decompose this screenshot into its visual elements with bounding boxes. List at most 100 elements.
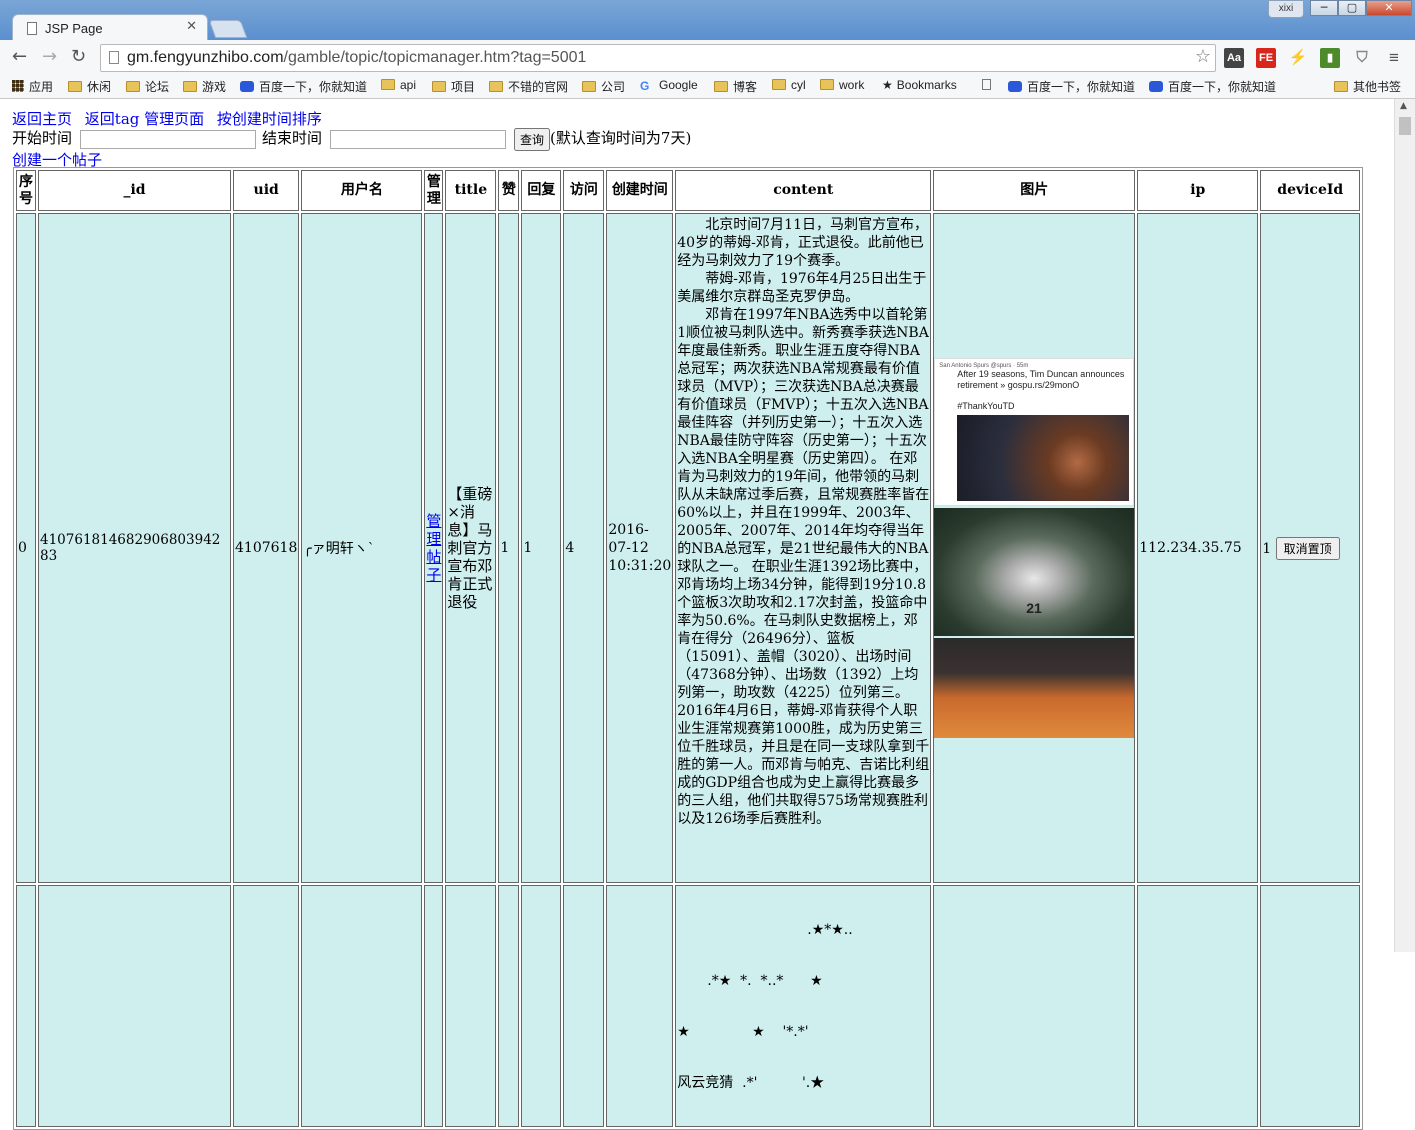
- folder-icon: [183, 81, 197, 92]
- apps-icon: [12, 80, 24, 92]
- header-images: 图片: [933, 170, 1136, 211]
- content-line: .★*★..: [807, 922, 853, 938]
- bookmarks-bar: 应用 休闲 论坛 游戏 百度一下，你就知道 api 项目 不错的官网 公司 GG…: [0, 74, 1415, 99]
- content-paragraph: 邓肯在1997年NBA选秀中以首轮第1顺位被马刺队选中。新秀赛季获选NBA年度最…: [677, 307, 930, 827]
- header-device-id: deviceId: [1260, 170, 1361, 211]
- minimize-icon[interactable]: ─: [1310, 0, 1338, 16]
- star-icon: ★: [882, 78, 893, 92]
- scroll-thumb[interactable]: [1399, 117, 1411, 135]
- close-icon[interactable]: ✕: [186, 19, 197, 34]
- page-icon: [27, 22, 37, 35]
- bookmark-folder[interactable]: 不错的官网: [489, 78, 568, 95]
- start-time-label: 开始时间: [12, 129, 73, 147]
- cell-likes: [498, 885, 520, 1127]
- tweet-text: After 19 seasons, Tim Duncan announces r…: [957, 369, 1125, 390]
- topic-table: 序号 _id uid 用户名 管理 title 赞 回复 访问 创建时间 con…: [13, 167, 1364, 1130]
- cell-content: .★*★.. .*★ *. *..* ★ ★ ★ '*.*' 风云竞猜 .*' …: [675, 885, 932, 1127]
- cell-username: ╭ァ明轩ヽ`: [301, 213, 423, 883]
- bookmark-folder[interactable]: 项目: [432, 78, 475, 95]
- content-paragraph: 蒂姆-邓肯，1976年4月25日出生于美属维尔京群岛圣克罗伊岛。: [677, 271, 927, 305]
- link-sort-by-time[interactable]: 按创建时间排序: [217, 110, 322, 128]
- cell-uid: [233, 885, 300, 1127]
- end-time-label: 结束时间: [262, 129, 323, 147]
- maximize-icon[interactable]: ▢: [1338, 0, 1366, 16]
- folder-icon: [582, 81, 596, 92]
- folder-icon: [820, 79, 834, 90]
- table-row: .★*★.. .*★ *. *..* ★ ★ ★ '*.*' 风云竞猜 .*' …: [16, 885, 1361, 1127]
- table-header-row: 序号 _id uid 用户名 管理 title 赞 回复 访问 创建时间 con…: [16, 170, 1361, 211]
- row-id: 410761814682906803942 83: [40, 532, 221, 564]
- link-tag-manage[interactable]: 返回tag 管理页面: [85, 110, 204, 128]
- cell-id: [38, 885, 231, 1127]
- address-bar[interactable]: gm.fengyunzhibo.com/gamble/topic/topicma…: [100, 44, 1216, 72]
- bookmark-apps[interactable]: 应用: [12, 78, 53, 95]
- bookmark-bookmarks[interactable]: ★ Bookmarks: [882, 78, 957, 92]
- tab-jsp-page[interactable]: JSP Page ✕: [12, 14, 208, 42]
- dictionary-extension-icon[interactable]: Aa: [1224, 48, 1244, 68]
- new-tab-button[interactable]: [208, 20, 248, 38]
- bookmark-baidu[interactable]: 百度一下，你就知道: [240, 78, 367, 95]
- vertical-scrollbar[interactable]: ▲: [1394, 99, 1415, 952]
- nav-links: 返回主页 返回tag 管理页面 按创建时间排序: [12, 108, 330, 129]
- bookmark-baidu[interactable]: 百度一下，你就知道: [1149, 78, 1276, 95]
- bookmark-baidu[interactable]: 百度一下，你就知道: [1008, 78, 1135, 95]
- manage-post-link[interactable]: 管理帖子: [426, 512, 441, 584]
- back-arrow-icon[interactable]: ←: [12, 46, 27, 67]
- page-icon: [109, 51, 119, 64]
- baidu-paw-icon: [1149, 81, 1163, 92]
- bookmark-page[interactable]: [982, 78, 996, 92]
- cell-created: [606, 885, 674, 1127]
- folder-icon: [714, 81, 728, 92]
- header-created: 创建时间: [606, 170, 674, 211]
- bookmark-folder[interactable]: 论坛: [126, 78, 169, 95]
- bookmark-folder[interactable]: 公司: [582, 78, 625, 95]
- reload-icon[interactable]: ↻: [71, 46, 86, 67]
- bookmark-star-icon[interactable]: ☆: [1195, 46, 1211, 67]
- bookmark-folder[interactable]: 博客: [714, 78, 757, 95]
- window-close-icon[interactable]: ✕: [1366, 0, 1412, 16]
- bookmark-folder[interactable]: api: [381, 78, 416, 92]
- table-row: 0 410761814682906803942 83 4107618 ╭ァ明轩ヽ…: [16, 213, 1361, 883]
- celebration-photo: 21: [934, 508, 1135, 636]
- tool-extension-icon[interactable]: ▮: [1320, 48, 1340, 68]
- cell-content: 北京时间7月11日，马刺官方宣布，40岁的蒂姆-邓肯，正式退役。此前他已经为马刺…: [675, 213, 932, 883]
- bookmark-folder[interactable]: cyl: [772, 78, 806, 92]
- start-time-input[interactable]: [80, 129, 257, 149]
- bookmark-folder[interactable]: 游戏: [183, 78, 226, 95]
- bookmark-other[interactable]: 其他书签: [1334, 78, 1401, 95]
- cell-replies: 1: [521, 213, 562, 883]
- cell-device-id: [1260, 885, 1361, 1127]
- menu-icon[interactable]: ≡: [1384, 48, 1404, 68]
- cell-visits: 4: [563, 213, 605, 883]
- scroll-up-icon[interactable]: ▲: [1400, 101, 1407, 111]
- cell-username: [301, 885, 423, 1127]
- cell-device-id: 1 取消置顶: [1260, 213, 1361, 883]
- folder-icon: [68, 81, 82, 92]
- content-line: ★ ★ '*.*': [677, 1024, 809, 1040]
- bookmark-folder[interactable]: 休闲: [68, 78, 111, 95]
- cell-title: [445, 885, 497, 1127]
- header-ip: ip: [1137, 170, 1259, 211]
- header-username: 用户名: [301, 170, 423, 211]
- fe-extension-icon[interactable]: FE: [1256, 48, 1276, 68]
- shield-extension-icon[interactable]: ⛉: [1352, 48, 1372, 68]
- window-titlebar: JSP Page ✕ xixi ─ ▢ ✕: [0, 0, 1415, 42]
- link-home[interactable]: 返回主页: [12, 110, 72, 128]
- profile-badge[interactable]: xixi: [1268, 0, 1304, 18]
- cancel-pin-button[interactable]: 取消置顶: [1275, 536, 1340, 560]
- content-line: 风云竞猜 .*' '.★: [677, 1075, 825, 1091]
- query-hint: (默认查询时间为7天): [550, 129, 692, 147]
- cell-created: 2016-07-12 10:31:20: [606, 213, 674, 883]
- header-manage: 管理: [424, 170, 444, 211]
- query-button[interactable]: 查询: [514, 127, 551, 151]
- lightning-extension-icon[interactable]: ⚡: [1288, 48, 1308, 68]
- end-time-input[interactable]: [330, 129, 507, 149]
- header-uid: uid: [233, 170, 300, 211]
- google-icon: G: [640, 79, 650, 93]
- folder-icon: [126, 81, 140, 92]
- tweet-screenshot-image: San Antonio Spurs @spurs · 55m After 19 …: [934, 358, 1135, 506]
- date-filter: 开始时间 结束时间 查询 (默认查询时间为7天): [12, 127, 691, 151]
- forward-arrow-icon[interactable]: →: [42, 46, 57, 67]
- bookmark-folder[interactable]: work: [820, 78, 864, 92]
- bookmark-google[interactable]: G Google: [640, 78, 698, 93]
